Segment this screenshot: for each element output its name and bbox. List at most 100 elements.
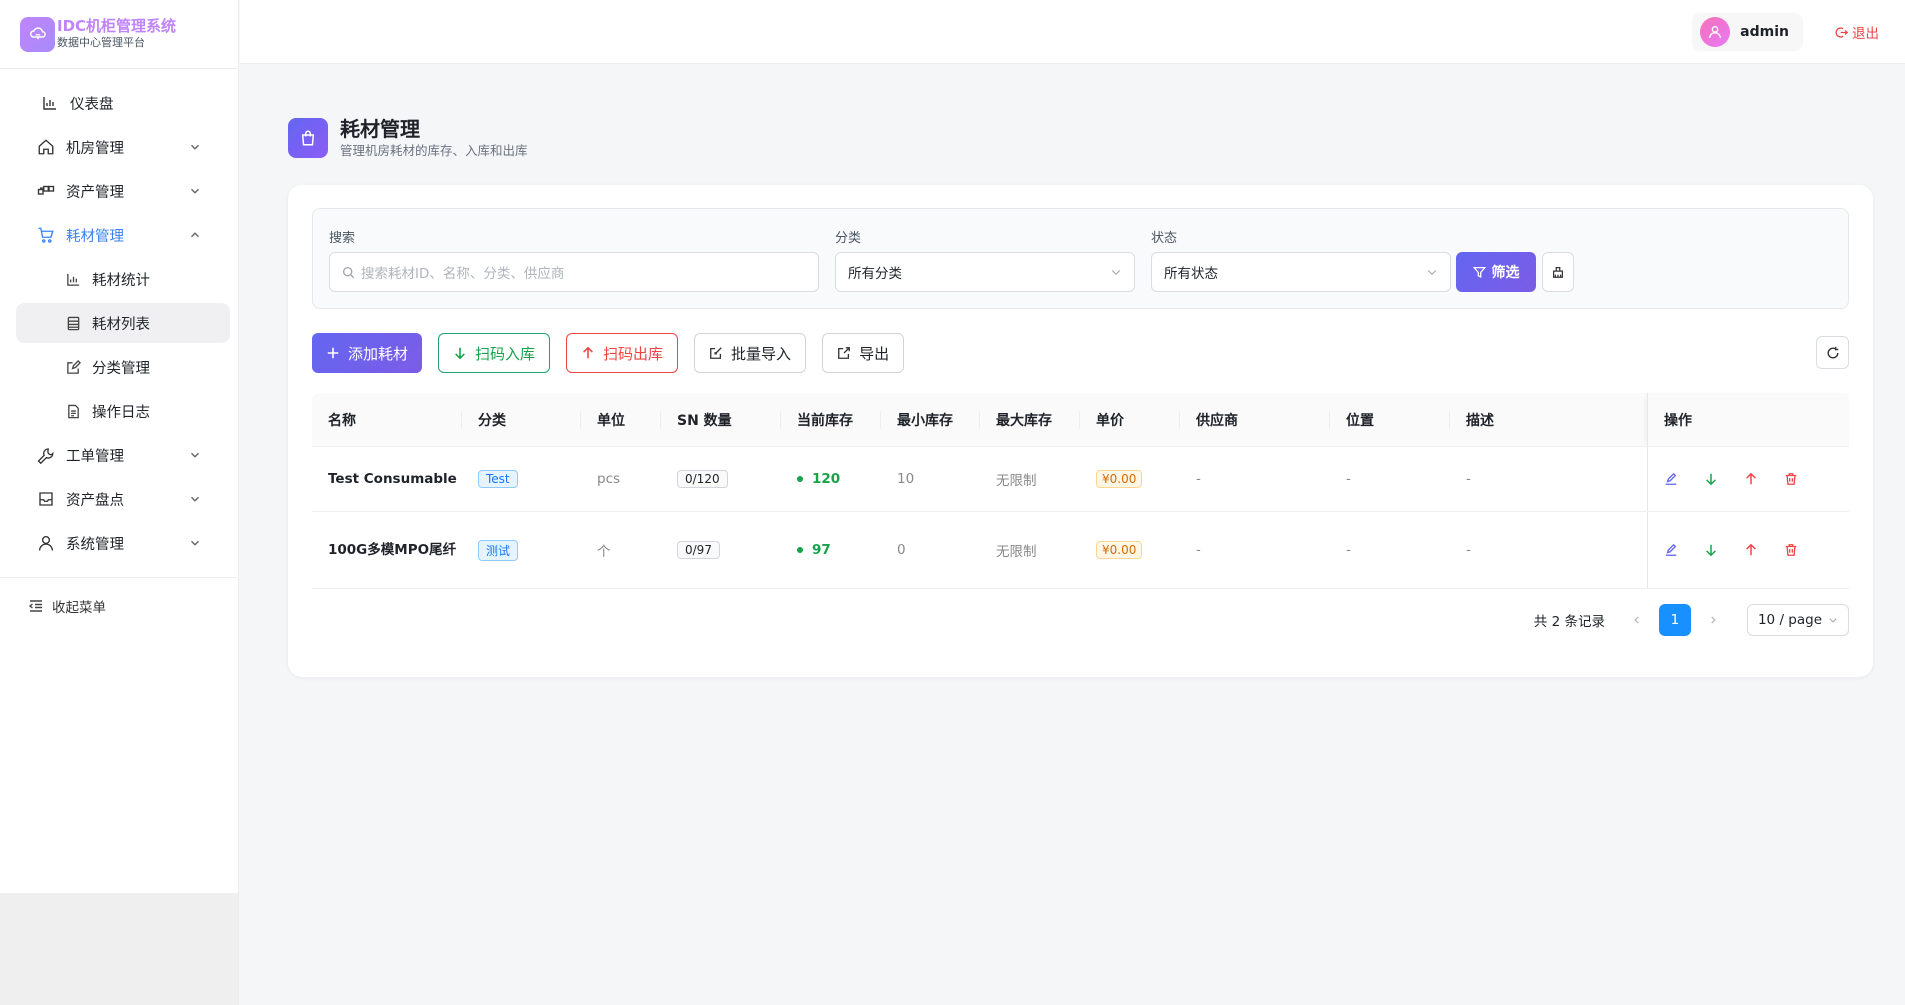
consumables-table: 名称 分类 单位 SN 数量 当前库存 最小库存 最大库存 单价 供应商 位置 … [312,393,1849,589]
sidebar-menu: 仪表盘 机房管理 资产管理 耗材管理 耗材统计 耗材列表 分类管理 操作日志 工… [0,69,238,563]
table-row[interactable]: Test Consumable Test pcs 0/120 120 10 无限… [312,447,1849,512]
cell-unit: 个 [597,544,611,560]
bar-chart-icon [64,270,82,288]
cell-category: 测试 [462,512,581,588]
consumables-card: 搜索 搜索耗材ID、名称、分类、供应商 分类 所有分类 状态 所有状态 筛选 添… [288,185,1873,677]
cloud-server-icon [20,16,55,52]
stock-status-dot [797,547,803,553]
prev-page-button[interactable] [1621,604,1653,636]
stock-value: 97 [812,542,831,558]
sidebar-subitem-label: 操作日志 [92,404,150,421]
delete-button[interactable] [1784,543,1824,557]
table-header: 名称 分类 单位 SN 数量 当前库存 最小库存 最大库存 单价 供应商 位置 … [312,393,1849,447]
stock-in-button[interactable] [1704,543,1744,557]
column-header[interactable]: 最小库存 [881,393,980,447]
column-header[interactable]: 单价 [1080,393,1180,447]
clear-icon [1553,267,1563,278]
refresh-button[interactable] [1816,336,1849,369]
chevron-down-icon [1427,270,1437,276]
chevron-down-icon [191,144,199,150]
column-header-actions: 操作 [1647,393,1849,446]
stock-status-dot [797,476,803,482]
sidebar-item-system[interactable]: 系统管理 [8,523,230,563]
column-header[interactable]: 名称 [312,393,462,447]
cart-icon [36,225,56,245]
brand-subtitle: 数据中心管理平台 [57,36,145,49]
chevron-left-icon [1634,616,1639,624]
stock-out-button[interactable] [1744,472,1784,486]
column-header[interactable]: 最大库存 [980,393,1080,447]
arrow-up-icon [1746,543,1756,556]
cluster-icon [36,181,56,201]
table-row[interactable]: 100G多模MPO尾纤 测试 个 0/97 97 0 无限制 ¥0.00 - -… [312,512,1849,589]
delete-button[interactable] [1784,472,1824,486]
edit-square-icon [64,358,82,376]
sidebar-item-assets[interactable]: 资产管理 [8,171,230,211]
inbox-icon [36,489,56,509]
sidebar-item-datacenter[interactable]: 机房管理 [8,127,230,167]
column-header[interactable]: SN 数量 [661,393,781,447]
column-header[interactable]: 分类 [462,393,581,447]
sidebar-subitem-consumable-stats[interactable]: 耗材统计 [16,259,230,299]
sidebar-subitem-label: 耗材列表 [92,316,150,333]
column-header[interactable]: 描述 [1450,393,1600,447]
arrow-up-icon [583,346,593,359]
stock-out-button[interactable] [1744,543,1784,557]
row-actions [1647,512,1849,588]
page-number-current[interactable]: 1 [1658,604,1691,636]
column-header[interactable]: 单位 [581,393,661,447]
edit-icon [1665,543,1677,556]
chevron-down-icon [191,496,199,502]
page-size-select[interactable]: 10 / page [1746,604,1849,636]
cell-supplier: - [1196,471,1201,487]
batch-import-button[interactable]: 批量导入 [694,333,807,373]
search-input[interactable]: 搜索耗材ID、名称、分类、供应商 [329,252,819,292]
export-button[interactable]: 导出 [822,333,905,373]
sidebar-subitem-category-management[interactable]: 分类管理 [16,347,230,387]
sidebar-item-label: 系统管理 [66,536,124,553]
logout-button[interactable]: 退出 [1835,22,1879,42]
action-toolbar: 添加耗材 扫码入库 扫码出库 批量导入 导出 [312,333,920,373]
cell-min-stock: 10 [897,471,915,487]
sidebar-item-workorders[interactable]: 工单管理 [8,435,230,475]
clear-filters-button[interactable] [1542,252,1574,292]
cell-max-stock: 无限制 [996,473,1037,489]
user-menu[interactable]: admin [1692,13,1803,51]
sidebar-subitem-label: 分类管理 [92,360,150,377]
stock-in-button[interactable] [1704,472,1744,486]
sidebar-item-dashboard[interactable]: 仪表盘 [8,83,230,123]
next-page-button[interactable] [1697,604,1729,636]
column-header[interactable]: 供应商 [1180,393,1330,447]
sidebar-item-inventory[interactable]: 资产盘点 [8,479,230,519]
brand[interactable]: IDC机柜管理系统 数据中心管理平台 [0,0,238,69]
chevron-right-icon [1711,616,1716,624]
cell-price: ¥0.00 [1080,447,1180,511]
edit-button[interactable] [1664,472,1704,486]
category-select[interactable]: 所有分类 [835,252,1135,292]
scan-out-label: 扫码出库 [603,344,664,363]
filter-icon [1472,266,1486,278]
category-select-value: 所有分类 [848,266,902,282]
add-consumable-button[interactable]: 添加耗材 [312,333,423,373]
column-header[interactable]: 位置 [1330,393,1450,447]
scan-out-button[interactable]: 扫码出库 [566,333,679,373]
sidebar-subitem-operation-log[interactable]: 操作日志 [16,391,230,431]
collapse-menu-button[interactable]: 收起菜单 [0,578,238,634]
scan-in-button[interactable]: 扫码入库 [438,333,551,373]
cell-description: - [1466,471,1471,487]
cell-category: Test [462,447,581,511]
category-tag: Test [478,470,518,488]
filter-button[interactable]: 筛选 [1456,252,1536,292]
cell-name: Test Consumable [328,471,457,487]
status-select[interactable]: 所有状态 [1151,252,1451,292]
edit-button[interactable] [1664,543,1704,557]
column-header[interactable]: 当前库存 [781,393,881,447]
shopping-bag-icon [288,118,328,158]
file-icon [64,402,82,420]
sidebar-subitem-consumable-list[interactable]: 耗材列表 [16,303,230,343]
export-icon [838,347,850,359]
scan-in-label: 扫码入库 [475,344,536,363]
sidebar-item-consumables[interactable]: 耗材管理 [8,215,230,255]
trash-icon [1785,473,1797,485]
wrench-icon [36,445,56,465]
